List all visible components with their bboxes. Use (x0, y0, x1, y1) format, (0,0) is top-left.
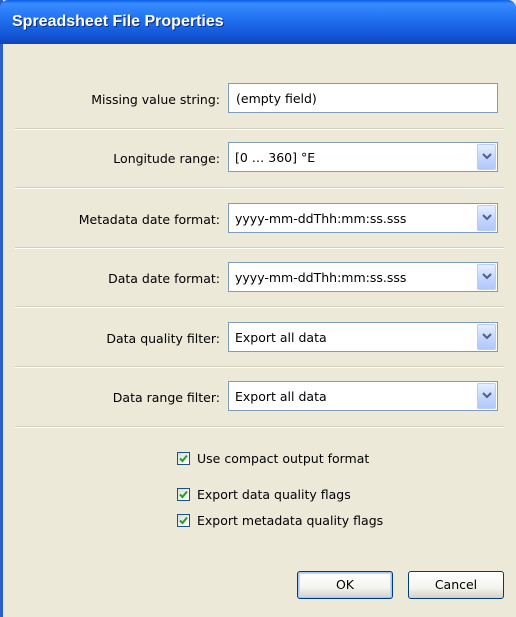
data-range-filter-row: Data range filter: Export all data (3, 381, 516, 417)
missing-value-label: Missing value string: (91, 92, 220, 107)
export-metadata-quality-flags-label: Export metadata quality flags (197, 513, 384, 528)
export-metadata-quality-flags-checkbox[interactable] (177, 514, 190, 527)
window-title: Spreadsheet File Properties (12, 13, 224, 30)
metadata-date-format-row: Metadata date format: yyyy-mm-ddThh:mm:s… (3, 203, 516, 239)
data-date-format-select[interactable]: yyyy-mm-ddThh:mm:ss.sss (228, 262, 498, 292)
separator (15, 128, 504, 130)
longitude-range-label: Longitude range: (113, 151, 220, 166)
data-quality-filter-value: Export all data (235, 330, 327, 345)
metadata-date-format-value: yyyy-mm-ddThh:mm:ss.sss (235, 211, 407, 226)
ok-button[interactable]: OK (297, 571, 393, 599)
longitude-range-select[interactable]: [0 … 360] °E (228, 142, 498, 172)
compact-output-checkbox[interactable] (177, 452, 190, 465)
dropdown-button[interactable] (477, 205, 496, 231)
data-range-filter-label: Data range filter: (112, 390, 220, 405)
chevron-down-icon (482, 153, 492, 160)
data-quality-filter-row: Data quality filter: Export all data (3, 322, 516, 358)
data-range-filter-value: Export all data (235, 389, 327, 404)
checkmark-icon (179, 454, 188, 463)
data-quality-filter-label: Data quality filter: (106, 331, 220, 346)
title-bar[interactable]: Spreadsheet File Properties (0, 0, 516, 44)
metadata-date-format-label: Metadata date format: (78, 212, 220, 227)
missing-value-input[interactable]: (empty field) (228, 83, 498, 113)
longitude-range-value: [0 … 360] °E (235, 150, 316, 165)
export-data-quality-flags-checkbox[interactable] (177, 488, 190, 501)
data-date-format-label: Data date format: (108, 271, 220, 286)
separator (15, 187, 504, 189)
checkmark-icon (179, 516, 188, 525)
checkmark-icon (179, 490, 188, 499)
chevron-down-icon (482, 333, 492, 340)
chevron-down-icon (482, 214, 492, 221)
data-quality-filter-select[interactable]: Export all data (228, 322, 498, 352)
dropdown-button[interactable] (477, 324, 496, 350)
data-date-format-row: Data date format: yyyy-mm-ddThh:mm:ss.ss… (3, 262, 516, 298)
dropdown-button[interactable] (477, 383, 496, 409)
dropdown-button[interactable] (477, 144, 496, 170)
metadata-date-format-select[interactable]: yyyy-mm-ddThh:mm:ss.sss (228, 203, 498, 233)
chevron-down-icon (482, 392, 492, 399)
longitude-range-row: Longitude range: [0 … 360] °E (3, 142, 516, 178)
compact-output-label: Use compact output format (197, 451, 370, 466)
missing-value-row: Missing value string: (empty field) (3, 83, 516, 119)
data-date-format-value: yyyy-mm-ddThh:mm:ss.sss (235, 270, 407, 285)
dropdown-button[interactable] (477, 264, 496, 290)
spreadsheet-properties-dialog: Spreadsheet File Properties Missing valu… (0, 0, 516, 617)
chevron-down-icon (482, 273, 492, 280)
cancel-button[interactable]: Cancel (408, 571, 504, 599)
separator (15, 366, 504, 368)
data-range-filter-select[interactable]: Export all data (228, 381, 498, 411)
separator (15, 426, 504, 428)
separator (15, 306, 504, 308)
export-data-quality-flags-label: Export data quality flags (197, 487, 351, 502)
separator (15, 247, 504, 249)
